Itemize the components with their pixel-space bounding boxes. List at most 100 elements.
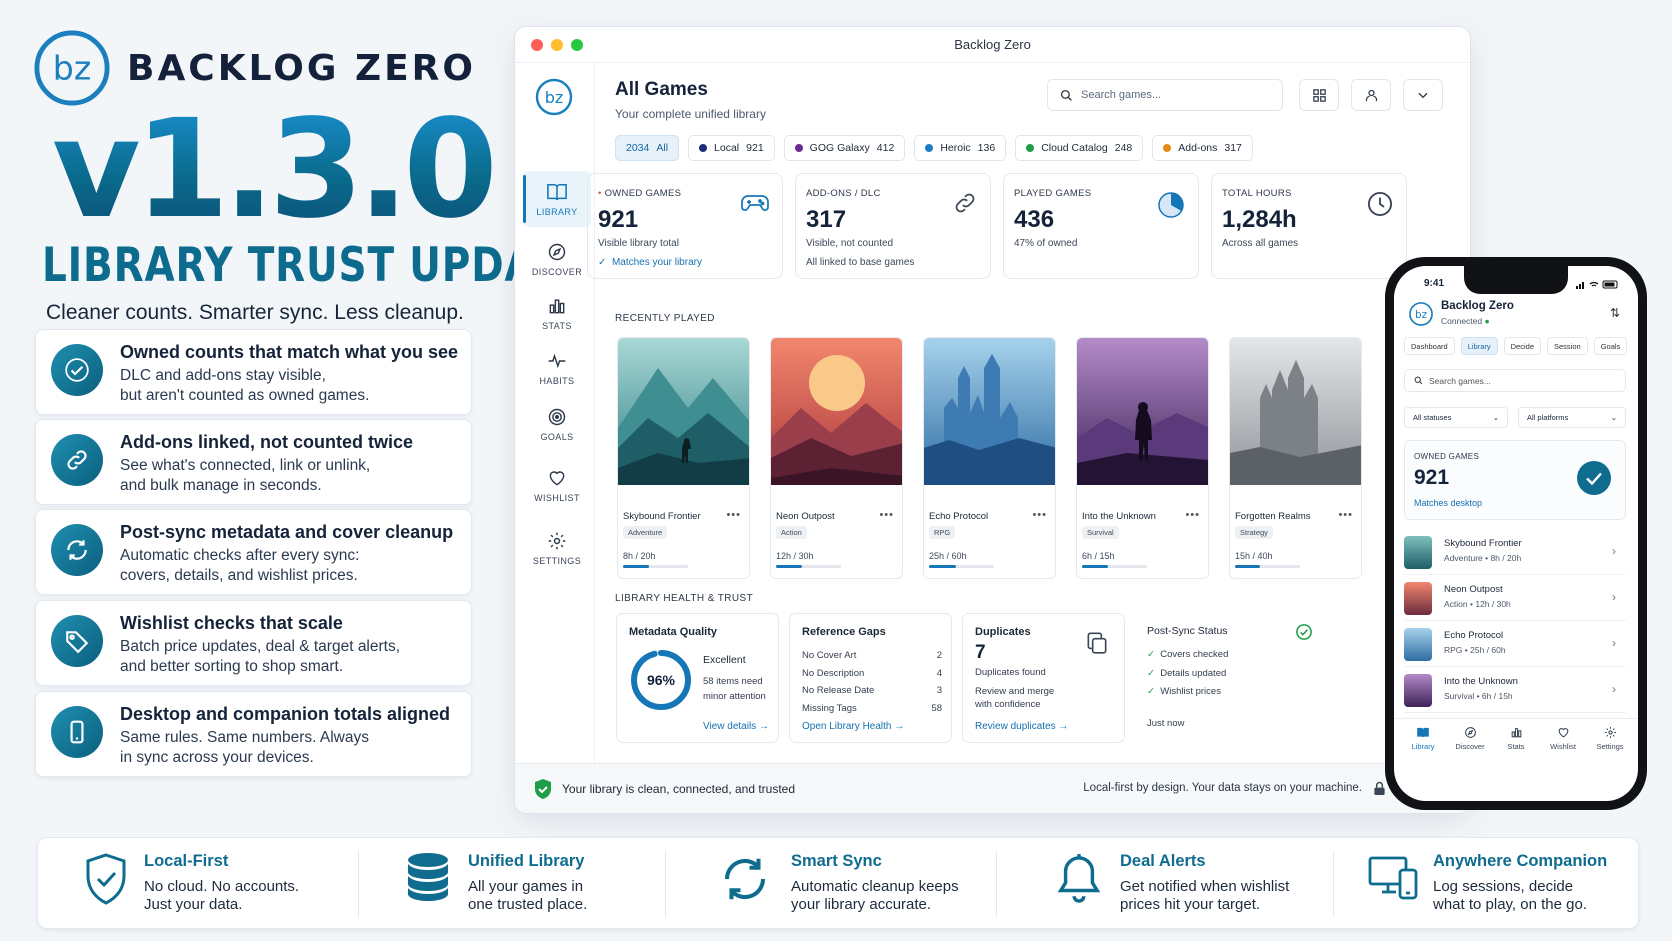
status-icons — [1576, 280, 1618, 289]
genre-tag: RPG — [929, 526, 956, 539]
footer-highlights: Local-First No cloud. No accounts. Just y… — [37, 837, 1639, 929]
game-card[interactable]: Echo Protocol ••• RPG 25h / 60h — [923, 337, 1056, 579]
phone-tab-session[interactable]: Session — [1547, 337, 1588, 355]
platform-filter-select[interactable]: All platforms ⌄ — [1518, 407, 1626, 428]
window-title: Backlog Zero — [954, 37, 1031, 52]
sidebar-item-wishlist[interactable]: WISHLIST — [523, 457, 591, 513]
chip-add-ons[interactable]: Add-ons 317 — [1152, 135, 1253, 161]
sidebar-item-goals[interactable]: GOALS — [523, 396, 591, 452]
phone-game-row[interactable]: Skybound Frontier Adventure • 8h / 20h › — [1404, 529, 1626, 575]
more-options-button[interactable]: ••• — [726, 509, 741, 521]
phone-nav-library[interactable]: Library — [1399, 726, 1447, 751]
open-library-health-link[interactable]: Open Library Health → — [802, 721, 904, 732]
phone-tab-dashboard[interactable]: Dashboard — [1404, 337, 1455, 355]
review-duplicates-link[interactable]: Review duplicates → — [975, 721, 1068, 732]
desktop-window: Backlog Zero bz LIBRARY DISCOVER STATS H… — [514, 26, 1471, 814]
progress-bar — [929, 565, 994, 568]
post-sync-status-card: Post-Sync Status ✓ Covers checked ✓ Deta… — [1135, 613, 1321, 743]
chip-local[interactable]: Local 921 — [688, 135, 775, 161]
chip-cloud-catalog[interactable]: Cloud Catalog 248 — [1015, 135, 1144, 161]
status-bar: Your library is clean, connected, and tr… — [515, 763, 1470, 813]
search-icon — [1414, 376, 1423, 385]
bz-logo-icon: bz — [535, 78, 573, 116]
database-icon — [408, 853, 448, 901]
feature-card: Owned counts that match what you see DLC… — [35, 329, 472, 415]
sidebar-item-habits[interactable]: HABITS — [523, 340, 591, 396]
sliders-icon[interactable]: ⇅ — [1610, 306, 1620, 320]
account-button[interactable] — [1351, 79, 1391, 111]
phone-game-row[interactable]: Into the Unknown Survival • 6h / 15h › — [1404, 667, 1626, 713]
chip-gog-galaxy[interactable]: GOG Galaxy 412 — [783, 135, 906, 161]
bz-logo-icon: bz — [1409, 302, 1433, 326]
more-options-button[interactable]: ••• — [879, 509, 894, 521]
genre-tag: Action — [776, 526, 807, 539]
main-content: All Games Your complete unified library … — [515, 63, 1470, 813]
feature-text: Batch price updates, deal & target alert… — [120, 638, 401, 675]
lock-icon — [1374, 781, 1385, 795]
phone-game-row[interactable]: Neon Outpost Action • 12h / 30h › — [1404, 575, 1626, 621]
search-input[interactable]: Search games... — [1047, 79, 1283, 111]
check-icon — [51, 344, 103, 396]
game-cover-image — [618, 338, 749, 485]
more-dropdown-button[interactable] — [1403, 79, 1443, 111]
shield-icon — [86, 853, 126, 905]
progress-bar — [1082, 565, 1147, 568]
game-cover-image — [1230, 338, 1361, 485]
feature-title: Post-sync metadata and cover cleanup — [120, 522, 454, 542]
phone-game-row[interactable]: Echo Protocol RPG • 25h / 60h › — [1404, 621, 1626, 667]
game-cover-image — [924, 338, 1055, 485]
heart-icon — [549, 470, 565, 486]
game-cover-image — [771, 338, 902, 485]
phone-nav-wishlist[interactable]: Wishlist — [1539, 726, 1587, 751]
chip-heroic[interactable]: Heroic 136 — [914, 135, 1007, 161]
hours-played: 6h / 15h — [1082, 551, 1115, 561]
sync-icon — [724, 858, 766, 900]
sidebar-item-stats[interactable]: STATS — [523, 285, 591, 341]
phone-nav-discover[interactable]: Discover — [1446, 726, 1494, 751]
more-options-button[interactable]: ••• — [1185, 509, 1200, 521]
feature-text: DLC and add-ons stay visible, but aren't … — [120, 367, 370, 404]
sidebar-item-settings[interactable]: SETTINGS — [523, 520, 591, 576]
companion-phone: 9:41 bz Backlog Zero Connected ● ⇅ Dashb… — [1385, 257, 1647, 810]
tagline: Cleaner counts. Smarter sync. Less clean… — [46, 301, 464, 324]
game-card[interactable]: Skybound Frontier ••• Adventure 8h / 20h — [617, 337, 750, 579]
game-card[interactable]: Neon Outpost ••• Action 12h / 30h — [770, 337, 903, 579]
view-details-link[interactable]: View details → — [703, 721, 769, 732]
phone-tab-goals[interactable]: Goals — [1593, 337, 1628, 355]
phone-tab-decide[interactable]: Decide — [1503, 337, 1541, 355]
grid-view-button[interactable] — [1299, 79, 1339, 111]
pie-icon — [1158, 192, 1184, 218]
game-cover-image — [1077, 338, 1208, 485]
phone-tab-library[interactable]: Library — [1460, 337, 1498, 355]
gap-row: No Release Date 3 — [802, 685, 942, 696]
search-icon — [1060, 89, 1072, 101]
game-title: Neon Outpost — [776, 511, 835, 522]
library-health-heading: LIBRARY HEALTH & TRUST — [615, 593, 754, 604]
phone-nav-settings[interactable]: Settings — [1586, 726, 1634, 751]
page-title: All Games — [615, 79, 708, 100]
game-card[interactable]: Into the Unknown ••• Survival 6h / 15h — [1076, 337, 1209, 579]
more-options-button[interactable]: ••• — [1032, 509, 1047, 521]
clock-icon — [1367, 191, 1393, 217]
chip-all[interactable]: 2034 All — [615, 135, 680, 161]
copy-icon — [1087, 632, 1107, 654]
status-filter-select[interactable]: All statuses ⌄ — [1404, 407, 1508, 428]
metadata-quality-gauge: 96% — [631, 650, 691, 710]
sidebar-item-discover[interactable]: DISCOVER — [523, 231, 591, 287]
phone-nav-stats[interactable]: Stats — [1492, 726, 1540, 751]
gear-icon — [548, 532, 566, 549]
title-bar: Backlog Zero — [515, 27, 1470, 63]
reference-gaps-card: Reference Gaps No Cover Art 2 No Descript… — [789, 613, 952, 743]
check-circle-icon — [1296, 624, 1312, 640]
phone-icon — [51, 706, 103, 758]
phone-search-input[interactable]: Search games... — [1404, 369, 1626, 392]
progress-bar — [623, 565, 688, 568]
progress-bar — [1235, 565, 1300, 568]
compass-icon — [1464, 727, 1476, 738]
sidebar-item-library[interactable]: LIBRARY — [523, 171, 591, 227]
more-options-button[interactable]: ••• — [1338, 509, 1353, 521]
game-card[interactable]: Forgotten Realms ••• Strategy 15h / 40h — [1229, 337, 1362, 579]
svg-text:bz: bz — [545, 88, 564, 107]
source-filter-chips: 2034 All Local 921 GOG Galaxy 412 Heroic 136… — [615, 135, 1253, 161]
version-number: v1.3.0 — [52, 91, 498, 249]
